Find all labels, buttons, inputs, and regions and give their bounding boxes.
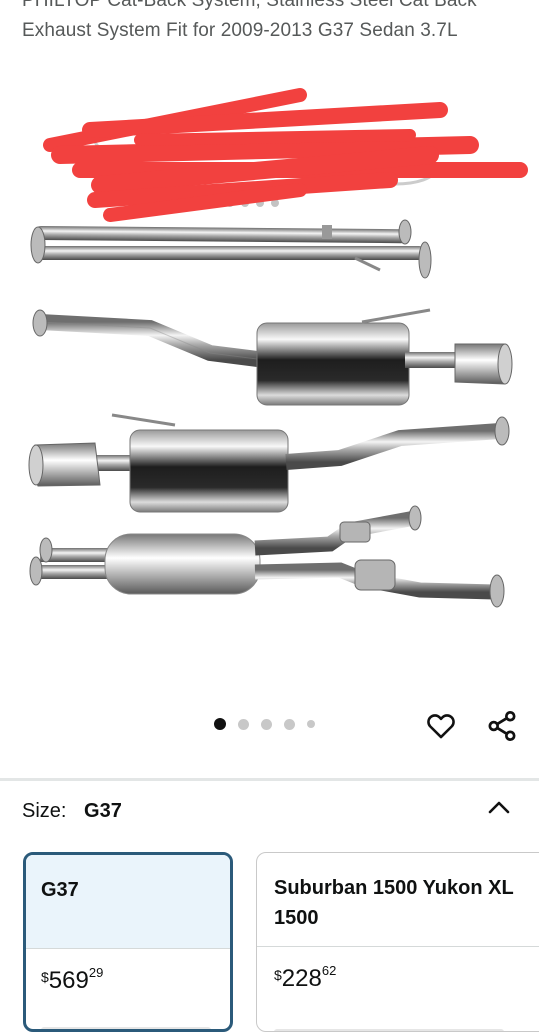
price-currency: $ — [274, 967, 282, 983]
size-option-g37[interactable]: G37 $56929 — [23, 852, 233, 1032]
size-option-price: $56929 — [26, 949, 230, 995]
price-fraction: 62 — [321, 963, 337, 978]
size-label: Size: — [22, 800, 67, 822]
page-dot[interactable] — [261, 718, 272, 730]
size-option-price: $22862 — [257, 947, 539, 993]
share-icon[interactable] — [484, 708, 520, 744]
product-title-line-2: Exhaust System Fit for 2009-2013 G37 Sed… — [22, 20, 458, 41]
resonator-y-pipe — [29, 505, 505, 608]
mid-pipe-pair — [30, 219, 432, 279]
size-option-name: G37 — [41, 879, 79, 901]
exhaust-system-image — [28, 88, 528, 608]
heart-outline-icon[interactable] — [424, 708, 458, 742]
redaction-scribble — [43, 88, 528, 222]
left-muffler-section — [28, 413, 510, 513]
size-selected-value: G37 — [84, 800, 122, 822]
size-option-suburban-yukon[interactable]: Suburban 1500 Yukon XL 1500 $22862 — [256, 852, 539, 1032]
price-whole: 228 — [281, 965, 322, 992]
product-image-gallery[interactable] — [0, 60, 539, 710]
section-divider — [0, 778, 539, 781]
page-dot[interactable] — [284, 718, 295, 730]
price-subtext-placeholder — [41, 1027, 211, 1029]
image-pagination — [214, 718, 315, 730]
price-whole: 569 — [48, 967, 89, 994]
size-option-name: Suburban 1500 Yukon XL 1500 — [274, 877, 514, 929]
price-currency: $ — [41, 969, 49, 985]
page-dot-active[interactable] — [214, 718, 226, 730]
right-muffler-section — [32, 308, 513, 406]
price-fraction: 29 — [88, 965, 104, 980]
page-dot[interactable] — [307, 720, 315, 728]
chevron-up-icon[interactable] — [486, 798, 512, 818]
page-dot[interactable] — [238, 718, 249, 730]
size-selector-header[interactable]: Size: G37 — [22, 800, 122, 823]
product-title: PHILTOP Cat-Back System, Stainless Steel… — [22, 0, 527, 46]
product-title-line-1: PHILTOP Cat-Back System, Stainless Steel… — [22, 0, 477, 11]
